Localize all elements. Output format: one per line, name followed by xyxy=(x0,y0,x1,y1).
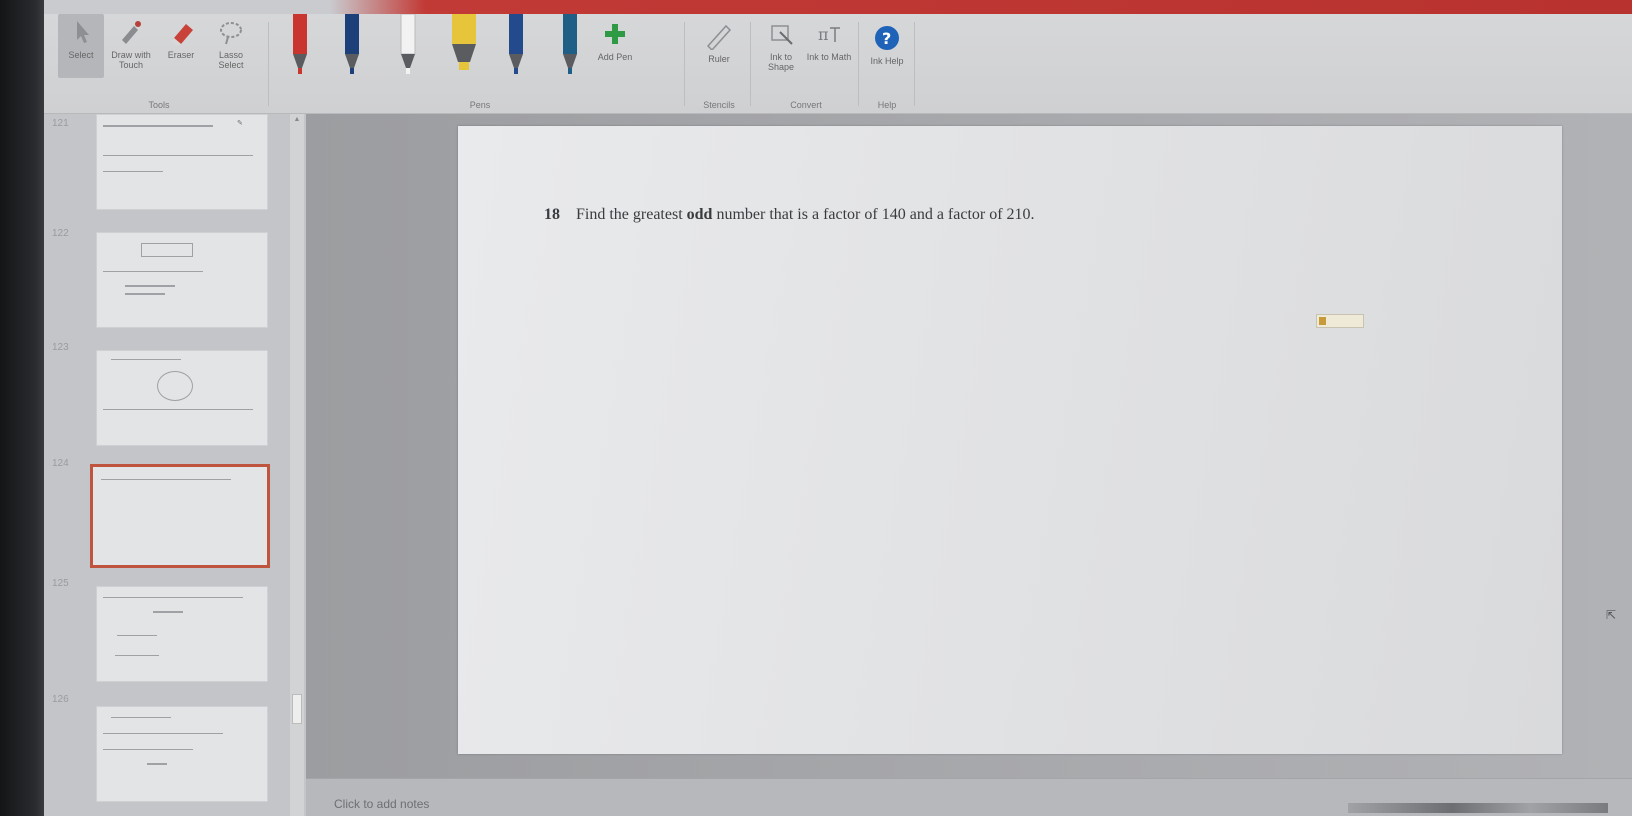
scrollbar-thumb[interactable] xyxy=(292,694,302,724)
ruler-label: Ruler xyxy=(708,54,730,64)
slide-thumbnail-124[interactable] xyxy=(90,464,270,568)
ink-to-shape-button[interactable]: Ink to Shape xyxy=(758,20,804,72)
add-pen-button[interactable]: Add Pen xyxy=(592,20,638,62)
eraser-icon xyxy=(170,24,193,46)
ink-to-shape-label: Ink to Shape xyxy=(767,52,795,72)
slide-thumbnail-123[interactable] xyxy=(96,350,268,446)
select-label: Select xyxy=(68,50,94,60)
ink-to-math-button[interactable]: π Ink to Math xyxy=(806,20,852,62)
question-number: 18 xyxy=(544,206,560,223)
help-group: ? Ink Help Help xyxy=(862,14,912,114)
help-icon: ? xyxy=(875,26,899,50)
convert-group: Ink to Shape π Ink to Math Convert xyxy=(756,14,856,114)
lasso-select-label: Lasso Select xyxy=(218,50,244,70)
stencils-group-label: Stencils xyxy=(703,100,735,110)
plus-icon xyxy=(605,24,625,44)
paste-options-button[interactable] xyxy=(1316,314,1364,328)
monitor-bezel xyxy=(0,0,44,816)
ribbon-separator xyxy=(750,22,751,106)
cursor-arrow-icon xyxy=(77,21,89,43)
lasso-icon xyxy=(220,22,242,45)
lasso-select-button[interactable]: Lasso Select xyxy=(208,18,254,70)
pen-blue-icon[interactable] xyxy=(506,14,526,76)
title-bar xyxy=(44,0,1632,14)
ruler-icon xyxy=(706,24,732,50)
ink-help-button[interactable]: ? Ink Help xyxy=(864,24,910,66)
notes-placeholder[interactable]: Click to add notes xyxy=(334,797,429,811)
ribbon-separator xyxy=(268,22,269,106)
pen-red-icon[interactable] xyxy=(290,14,310,76)
mouse-cursor-icon: ⇱ xyxy=(1606,608,1617,622)
thumbnail-number: 122 xyxy=(52,228,69,239)
slide-thumbnail-126[interactable] xyxy=(96,706,268,802)
pen-teal-icon[interactable] xyxy=(560,14,580,76)
status-bar-strip xyxy=(1348,803,1608,813)
ribbon-separator xyxy=(684,22,685,106)
notes-pane[interactable]: Click to add notes xyxy=(306,778,1632,816)
ink-to-math-icon: π xyxy=(818,25,840,44)
slide-thumbnail-pane: 121 ✎ 122 123 124 125 126 ▲ xyxy=(44,114,306,816)
thumbnail-number: 121 xyxy=(52,118,69,129)
convert-group-label: Convert xyxy=(790,100,822,110)
question-text-bold: odd xyxy=(686,206,713,223)
thumbnail-number: 123 xyxy=(52,342,69,353)
select-tool-button[interactable]: Select xyxy=(58,14,104,78)
slide-thumbnail-122[interactable] xyxy=(96,232,268,328)
slide-thumbnail-125[interactable] xyxy=(96,586,268,682)
tools-group: Select Draw with Touch Eraser Lasso Sele… xyxy=(54,14,264,114)
pen-white-icon[interactable] xyxy=(398,14,418,76)
svg-text:?: ? xyxy=(882,29,891,48)
thumbnail-number: 125 xyxy=(52,578,69,589)
ink-help-label: Ink Help xyxy=(870,56,904,66)
slide-thumbnail-121[interactable]: ✎ xyxy=(96,114,268,210)
touch-draw-icon xyxy=(122,21,141,44)
ribbon: Select Draw with Touch Eraser Lasso Sele… xyxy=(44,14,1632,114)
eraser-label: Eraser xyxy=(167,50,195,60)
ribbon-separator xyxy=(858,22,859,106)
svg-text:π: π xyxy=(818,25,829,44)
thumb-ink-mark-icon: ✎ xyxy=(237,120,243,127)
tools-group-label: Tools xyxy=(148,100,170,110)
ruler-button[interactable]: Ruler xyxy=(696,22,742,64)
thumbnail-scrollbar[interactable]: ▲ xyxy=(290,114,304,816)
highlighter-yellow-icon[interactable] xyxy=(450,14,478,76)
question-text-after: number that is a factor of 140 and a fac… xyxy=(712,206,1035,223)
pens-group-label: Pens xyxy=(469,100,491,110)
ink-to-math-label: Ink to Math xyxy=(806,52,852,62)
thumbnail-number: 124 xyxy=(52,458,69,469)
draw-with-touch-label: Draw with Touch xyxy=(111,50,151,70)
eraser-button[interactable]: Eraser xyxy=(158,18,204,60)
add-pen-label: Add Pen xyxy=(597,52,633,62)
scroll-up-arrow-icon[interactable]: ▲ xyxy=(292,116,302,126)
clipboard-icon xyxy=(1319,317,1326,325)
slide-canvas[interactable]: 18 Find the greatest odd number that is a… xyxy=(458,126,1616,754)
thumbnail-number: 126 xyxy=(52,694,69,705)
slide-editor: 18 Find the greatest odd number that is a… xyxy=(306,114,1632,778)
stencils-group: Ruler Stencils xyxy=(694,14,744,114)
question-text[interactable]: 18 Find the greatest odd number that is a… xyxy=(544,206,1035,224)
pen-dark-blue-icon[interactable] xyxy=(342,14,362,76)
ribbon-separator xyxy=(914,22,915,106)
help-group-label: Help xyxy=(877,100,897,110)
pens-group: Add Pen Pens xyxy=(280,14,680,114)
ink-to-shape-icon xyxy=(771,25,793,45)
question-text-before: Find the greatest xyxy=(576,206,687,223)
draw-with-touch-button[interactable]: Draw with Touch xyxy=(108,18,154,70)
